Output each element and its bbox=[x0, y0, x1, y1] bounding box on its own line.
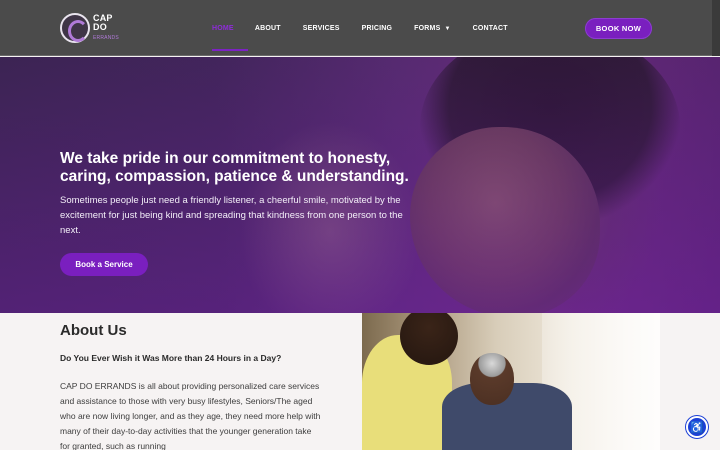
accessibility-icon[interactable]: ♿ bbox=[686, 416, 708, 438]
main-nav: HOME ABOUT SERVICES PRICING FORMS ▼ CONTA… bbox=[212, 20, 508, 36]
about-image bbox=[362, 313, 660, 450]
book-now-button[interactable]: BOOK NOW bbox=[585, 18, 652, 39]
hero-section: We take pride in our commitment to hones… bbox=[0, 57, 720, 313]
logo[interactable]: CAP DO ERRANDS bbox=[60, 12, 122, 44]
chevron-down-icon: ▼ bbox=[444, 25, 451, 32]
nav-item-about[interactable]: ABOUT bbox=[255, 25, 281, 32]
hero-text: Sometimes people just need a friendly li… bbox=[60, 195, 403, 236]
scrollbar[interactable] bbox=[712, 0, 720, 56]
photo-caregiver-head bbox=[400, 313, 458, 365]
book-service-button[interactable]: Book a Service bbox=[60, 253, 148, 276]
brand-tagline: ERRANDS bbox=[93, 34, 119, 41]
nav-item-forms[interactable]: FORMS ▼ bbox=[414, 25, 450, 32]
active-nav-indicator bbox=[212, 49, 248, 51]
nav-item-services[interactable]: SERVICES bbox=[303, 25, 340, 32]
about-title: About Us bbox=[60, 322, 127, 339]
logo-icon bbox=[60, 13, 90, 43]
nav-item-pricing[interactable]: PRICING bbox=[362, 25, 393, 32]
nav-item-home[interactable]: HOME bbox=[212, 25, 234, 32]
logo-text: CAP DO ERRANDS bbox=[93, 12, 122, 43]
site-header: CAP DO ERRANDS HOME ABOUT SERVICES PRICI… bbox=[0, 0, 720, 56]
brand-name: CAP DO bbox=[93, 12, 113, 32]
hero-title: We take pride in our commitment to hones… bbox=[60, 150, 409, 185]
nav-item-forms-label: FORMS bbox=[414, 24, 441, 32]
nav-item-contact[interactable]: CONTACT bbox=[473, 25, 508, 32]
about-subtitle: Do You Ever Wish it Was More than 24 Hou… bbox=[60, 353, 282, 363]
about-text: CAP DO ERRANDS is all about providing pe… bbox=[60, 381, 321, 450]
photo-senior-head bbox=[470, 353, 514, 405]
about-section: About Us Do You Ever Wish it Was More th… bbox=[0, 313, 720, 450]
